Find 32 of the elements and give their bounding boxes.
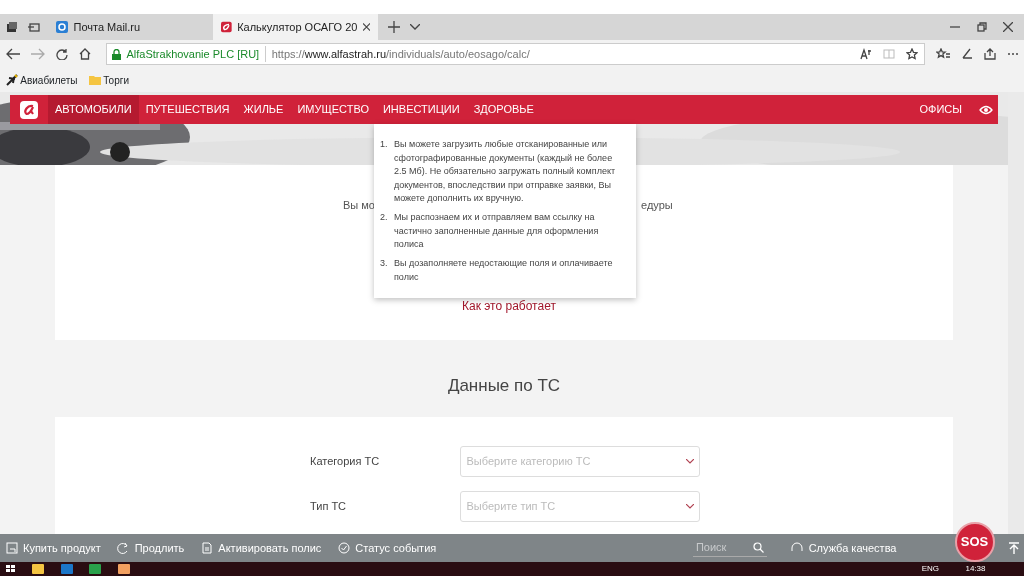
sos-button[interactable]: SOS [954,522,995,562]
step-text: Мы распознаем их и отправляем вам ссылку на частично заполненные данные для оформления полиса [394,211,600,251]
field-label: Категория ТС [310,453,381,469]
language-indicator[interactable]: ENG [921,563,939,575]
browser-tab[interactable]: Почта Mail.ru [48,14,213,40]
section-title: Данные по ТС [446,375,562,397]
action-link[interactable]: Статус события [337,539,437,557]
nav-link[interactable]: ИНВЕСТИЦИИ [375,95,467,124]
step-number: 3. [380,257,389,270]
bookmark-link[interactable]: Торги [88,72,129,88]
info-text: едуры [641,198,673,213]
action-link[interactable]: Продлить [117,539,185,557]
nav-link[interactable]: ЗДОРОВЬЕ [466,95,541,124]
step-number: 1. [380,138,389,151]
clock-text[interactable]: 14:38 [965,563,986,575]
quality-link[interactable]: Служба качества [791,539,897,557]
action-link[interactable]: Купить продукт [5,539,101,557]
browser-tab[interactable]: Калькулятор ОСАГО 20 [213,14,378,40]
offices-link[interactable]: ОФИСЫ [919,101,962,118]
bookmark-link[interactable]: Авиабилеты [5,72,78,88]
step-text: Вы можете загрузить любые отсканированные или сфотографированные документы (каждый не более 2.5 Мб). Не обязательно загружать полный комплект документов, впоследствии при отправке заявки, Вы можете дополнить их вручную. [394,138,617,205]
nav-link[interactable]: ПУТЕШЕСТВИЯ [138,95,237,124]
info-text: Вы мо [343,198,375,213]
nav-link[interactable]: ЖИЛЬЕ [236,95,291,124]
field-label: Тип ТС [310,498,348,514]
nav-link[interactable]: АВТОМОБИЛИ [48,95,139,124]
address-bar[interactable]: AlfaStrakhovanie PLC [RU] https://www.alfastrah.ru/individuals/auto/eosago/calc/ [105,43,925,65]
nav-link[interactable]: ИМУЩЕСТВО [290,95,376,124]
step-number: 2. [380,211,389,224]
step-text: Вы дозаполняете недостающие поля и оплачиваете полис [394,257,614,284]
action-link[interactable]: Активировать полис [200,539,322,557]
how-it-works-link[interactable]: Как это работает [462,297,556,315]
